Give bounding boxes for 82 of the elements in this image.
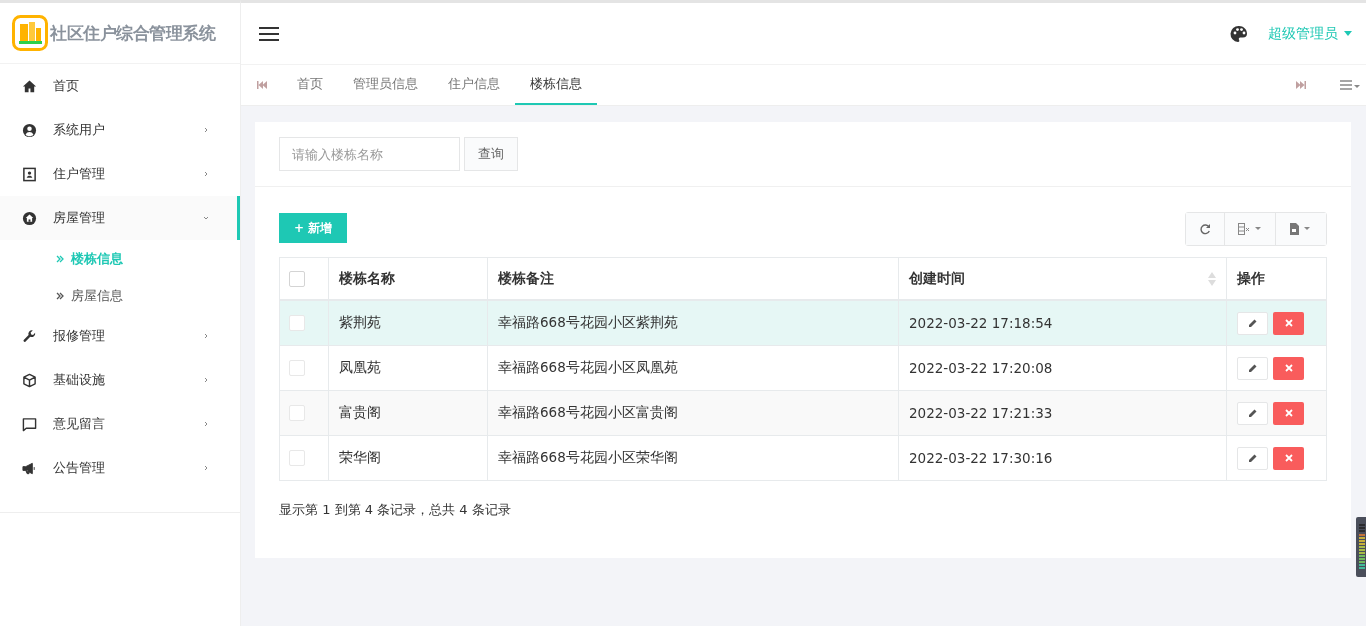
delete-button[interactable]	[1273, 446, 1304, 470]
table-row[interactable]: 紫荆苑 幸福路668号花园小区紫荆苑 2022-03-22 17:18:54	[279, 300, 1327, 346]
table-row[interactable]: 荣华阁 幸福路668号花园小区荣华阁 2022-03-22 17:30:16	[279, 435, 1327, 481]
sidebar-item[interactable]: 房屋管理	[0, 196, 240, 240]
export-button[interactable]	[1275, 213, 1326, 245]
double-chevron-icon	[55, 253, 65, 264]
palette-icon[interactable]	[1230, 24, 1248, 43]
house-icon	[22, 210, 37, 226]
tab[interactable]: 首页	[282, 65, 338, 105]
refresh-button[interactable]	[1186, 213, 1224, 245]
wrench-icon	[22, 328, 37, 344]
chevron-right-icon	[202, 376, 210, 384]
refresh-icon	[1199, 223, 1211, 235]
pencil-icon	[1247, 453, 1258, 463]
close-icon	[1283, 318, 1294, 328]
close-icon	[1283, 363, 1294, 373]
columns-button[interactable]	[1224, 213, 1275, 245]
sidebar-item[interactable]: 基础设施	[0, 358, 240, 402]
columns-icon	[1238, 223, 1262, 235]
table-cell: 荣华阁	[328, 435, 488, 481]
chevron-right-icon	[202, 170, 210, 178]
sidebar-item[interactable]: 住户管理	[0, 152, 240, 196]
edit-button[interactable]	[1237, 401, 1268, 425]
checkbox[interactable]	[289, 270, 305, 287]
cube-icon	[22, 372, 37, 388]
list-menu-icon[interactable]	[1340, 80, 1360, 90]
table-cell: 2022-03-22 17:21:33	[898, 390, 1227, 436]
sidebar-item[interactable]: 首页	[0, 64, 240, 108]
table-cell: 幸福路668号花园小区荣华阁	[487, 435, 899, 481]
delete-button[interactable]	[1273, 356, 1304, 380]
close-icon	[1283, 408, 1294, 418]
double-chevron-icon	[55, 290, 65, 301]
sidebar-item[interactable]: 意见留言	[0, 402, 240, 446]
table-cell: 2022-03-22 17:20:08	[898, 345, 1227, 391]
table-cell: 幸福路668号花园小区紫荆苑	[487, 300, 899, 346]
tab[interactable]: 管理员信息	[338, 65, 433, 105]
home-icon	[22, 78, 37, 94]
pagination-summary: 显示第 1 到第 4 条记录，总共 4 条记录	[279, 501, 512, 519]
submenu-item[interactable]: 房屋信息	[0, 277, 240, 314]
table-cell: 幸福路668号花园小区凤凰苑	[487, 345, 899, 391]
checkbox[interactable]	[289, 315, 305, 331]
table-cell: 富贵阁	[328, 390, 488, 436]
search-field[interactable]: 请输入楼栋名称	[279, 137, 460, 171]
close-icon	[1283, 453, 1294, 463]
skip-back-icon[interactable]	[257, 81, 267, 89]
user-circle-icon	[22, 122, 37, 138]
sidebar-item[interactable]: 报修管理	[0, 314, 240, 358]
tab[interactable]: 楼栋信息	[515, 65, 597, 105]
pencil-icon	[1247, 408, 1258, 418]
pencil-icon	[1247, 363, 1258, 373]
caret-icon	[1344, 31, 1352, 36]
skip-forward-icon[interactable]	[1296, 81, 1306, 89]
edit-button[interactable]	[1237, 356, 1268, 380]
table-cell: 凤凰苑	[328, 345, 488, 391]
delete-button[interactable]	[1273, 401, 1304, 425]
chevron-right-icon	[202, 126, 210, 134]
table-row[interactable]: 富贵阁 幸福路668号花园小区富贵阁 2022-03-22 17:21:33	[279, 390, 1327, 436]
contact-card-icon	[22, 166, 37, 182]
sidebar-item[interactable]: 系统用户	[0, 108, 240, 152]
chevron-right-icon	[202, 332, 210, 340]
table-cell: 2022-03-22 17:18:54	[898, 300, 1227, 346]
search-button[interactable]: 查询	[464, 137, 518, 171]
edit-button[interactable]	[1237, 446, 1268, 470]
pencil-icon	[1247, 318, 1258, 328]
building-logo-icon	[12, 15, 48, 51]
sidebar-item[interactable]: 公告管理	[0, 446, 240, 490]
app-title: 社区住户综合管理系统	[50, 21, 215, 45]
tab[interactable]: 住户信息	[433, 65, 515, 105]
level-meter-drawing	[1356, 517, 1366, 577]
table-cell: 幸福路668号花园小区富贵阁	[487, 390, 899, 436]
edit-button[interactable]	[1237, 311, 1268, 335]
chevron-right-icon	[202, 464, 210, 472]
table-cell: 2022-03-22 17:30:16	[898, 435, 1227, 481]
chevron-right-icon	[202, 420, 210, 428]
table-row[interactable]: 凤凰苑 幸福路668号花园小区凤凰苑 2022-03-22 17:20:08	[279, 345, 1327, 391]
chevron-down-icon	[202, 214, 210, 222]
menu-icon[interactable]	[259, 25, 279, 42]
megaphone-icon	[22, 460, 37, 476]
table-cell: 紫荆苑	[328, 300, 488, 346]
comment-icon	[22, 416, 37, 432]
delete-button[interactable]	[1273, 311, 1304, 335]
file-icon	[1289, 223, 1313, 235]
